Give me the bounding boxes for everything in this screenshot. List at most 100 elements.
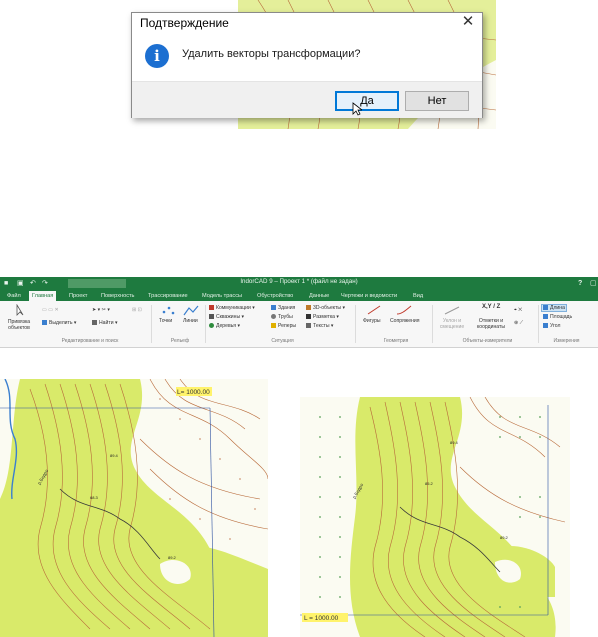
angle-label: Угол xyxy=(550,323,561,329)
window-restore-icon[interactable]: ▢ xyxy=(590,279,597,288)
area-label: Площадь xyxy=(550,314,573,320)
markup-label: Разметка xyxy=(313,314,336,320)
select-label: Выделить xyxy=(49,320,73,326)
spot-label-6: 89.2 xyxy=(500,535,509,540)
wells-button[interactable]: Скважины ▾ xyxy=(209,314,244,320)
spot-label-3: 89.2 xyxy=(168,555,177,560)
angle-icon xyxy=(543,323,548,328)
spot-label-1: 89.4 xyxy=(110,453,119,458)
spot-label-5: 85.2 xyxy=(425,481,434,486)
marks-coords-button[interactable]: Отметки и координаты xyxy=(474,318,508,330)
pointer-tools[interactable]: ➤ ▾ ✂ ▾ xyxy=(92,307,110,313)
tree-icon xyxy=(209,323,214,328)
app-title: IndorCAD 9 – Проект 1 * (файл не задан) xyxy=(240,278,358,285)
tab-view[interactable]: Вид xyxy=(410,291,426,301)
help-icon[interactable]: ? xyxy=(578,279,582,288)
ribbon-panel: Привязка объектов ▭ ▭ ✕ Выделить ▾ ➤ ▾ ✂… xyxy=(0,301,598,348)
lines-icon xyxy=(183,305,199,316)
dialog-footer: Да Нет xyxy=(132,81,482,118)
tab-route-model[interactable]: Модель трассы xyxy=(199,291,245,301)
edit-tools-disabled: ▭ ▭ ✕ xyxy=(42,307,59,313)
confirm-dialog: Подтверждение ✕ i Удалить векторы трансф… xyxy=(131,12,483,118)
buildings-button[interactable]: Здания xyxy=(271,305,295,311)
benchmarks-button[interactable]: Реперы xyxy=(271,323,296,329)
tab-data[interactable]: Данные xyxy=(306,291,332,301)
filter-tools-disabled: ⊞ ⊡ xyxy=(132,307,142,313)
area-button[interactable]: Площадь xyxy=(543,314,572,320)
find-button[interactable]: Найти ▾ xyxy=(92,320,118,326)
length-label-left: L= 1000.00 xyxy=(177,389,210,396)
buildings-label: Здания xyxy=(278,305,296,311)
yes-button[interactable]: Да xyxy=(335,91,399,111)
markup-button[interactable]: Разметка ▾ xyxy=(306,314,339,320)
find-label: Найти xyxy=(99,320,114,326)
select-button[interactable]: Выделить ▾ xyxy=(42,320,76,326)
close-icon[interactable]: ✕ xyxy=(460,13,476,31)
figures-icon xyxy=(367,305,381,315)
tab-surface[interactable]: Поверхность xyxy=(98,291,137,301)
objects3d-label: 3D-объекты xyxy=(313,305,342,311)
group-separator xyxy=(205,305,206,343)
group-measure-label: Измерения xyxy=(553,338,580,344)
tab-project[interactable]: Проект xyxy=(66,291,90,301)
tab-drawings[interactable]: Чертежи и ведомости xyxy=(338,291,400,301)
group-separator xyxy=(151,305,152,343)
group-separator xyxy=(432,305,433,343)
group-edit-label: Редактирование и поиск xyxy=(61,338,119,344)
cursor-arrow-icon xyxy=(16,304,24,316)
pipes-label: Трубы xyxy=(278,314,293,320)
map-view-left: L= 1000.00 р.Бедро 89.4 68.3 89.2 xyxy=(0,379,268,637)
no-button[interactable]: Нет xyxy=(405,91,469,111)
app-ribbon: ■ ▣ ↶ ↷ IndorCAD 9 – Проект 1 * (файл не… xyxy=(0,277,598,348)
points-icon xyxy=(162,306,175,315)
measure-tool-a[interactable]: ⌖ ✕ xyxy=(514,307,522,314)
spot-label-2: 68.3 xyxy=(90,495,99,500)
angle-button[interactable]: Угол xyxy=(543,323,560,329)
mates-icon xyxy=(396,305,412,315)
length-label: Длина xyxy=(550,305,565,311)
title-bar: ■ ▣ ↶ ↷ IndorCAD 9 – Проект 1 * (файл не… xyxy=(0,277,598,290)
group-meas-objects-label: Объекты-измерители xyxy=(462,338,513,344)
group-separator xyxy=(355,305,356,343)
tab-bar: Файл Главная Проект Поверхность Трассиро… xyxy=(0,290,598,301)
slope-offset-button[interactable]: Уклон и смещение xyxy=(437,318,467,330)
texts-label: Тексты xyxy=(313,323,330,329)
bind-objects-button[interactable]: Привязка объектов xyxy=(5,319,33,331)
text-icon xyxy=(306,323,311,328)
wells-label: Скважины xyxy=(216,314,241,320)
xyz-icon: X,Y / Z xyxy=(482,304,501,310)
cube-icon xyxy=(306,305,311,310)
group-situation-label: Ситуация xyxy=(271,338,294,344)
length-button[interactable]: Длина xyxy=(541,304,567,312)
select-icon xyxy=(42,320,47,325)
dialog-title: Подтверждение xyxy=(140,16,229,30)
comms-button[interactable]: Коммуникации ▾ xyxy=(209,305,255,311)
benchmark-icon xyxy=(271,323,276,328)
group-geometry-label: Геометрия xyxy=(383,338,409,344)
info-icon: i xyxy=(145,44,169,68)
pipe-icon xyxy=(271,314,276,319)
area-icon xyxy=(543,314,548,319)
objects3d-button[interactable]: 3D-объекты ▾ xyxy=(306,305,345,311)
points-button[interactable]: Точки xyxy=(159,318,172,324)
mates-button[interactable]: Сопряжения xyxy=(390,318,419,324)
length-label-right: L = 1000.00 xyxy=(304,615,339,622)
measure-tool-b[interactable]: ⊛ ⟋ xyxy=(514,320,523,327)
pipes-button[interactable]: Трубы xyxy=(271,314,293,320)
comms-label: Коммуникации xyxy=(216,305,251,311)
building-icon xyxy=(271,305,276,310)
dialog-message: Удалить векторы трансформации? xyxy=(182,48,361,60)
tab-arrangement[interactable]: Обустройство xyxy=(254,291,296,301)
spot-label-4: 89.4 xyxy=(450,440,459,445)
tab-routing[interactable]: Трассирование xyxy=(145,291,191,301)
texts-button[interactable]: Тексты ▾ xyxy=(306,323,333,329)
lines-button[interactable]: Линии xyxy=(183,318,198,324)
slope-icon xyxy=(444,306,460,315)
trees-label: Деревья xyxy=(216,323,237,329)
trees-button[interactable]: Деревья ▾ xyxy=(209,323,240,329)
tab-home[interactable]: Главная xyxy=(29,291,57,301)
figures-button[interactable]: Фигуры xyxy=(363,318,381,324)
tab-file[interactable]: Файл xyxy=(4,291,24,301)
group-relief-label: Рельеф xyxy=(170,338,190,344)
mouse-cursor-icon xyxy=(352,102,362,116)
